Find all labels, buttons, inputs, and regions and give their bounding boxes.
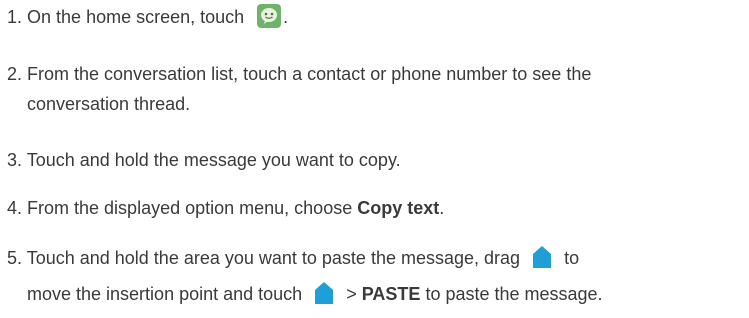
paste-label: PASTE — [361, 284, 421, 304]
step-2-number: 2. — [7, 64, 23, 84]
step-2-text-line-2: conversation thread. — [27, 94, 191, 114]
step-4: 4. From the displayed option menu, choos… — [7, 196, 444, 220]
step-3-number: 3. — [7, 150, 23, 170]
step-5-text-line-1-end: to — [564, 248, 580, 268]
step-2-text-line-1: From the conversation list, touch a cont… — [27, 64, 592, 84]
step-5-text-line-1: Touch and hold the area you want to past… — [26, 248, 521, 268]
step-2-continued: conversation thread. — [27, 92, 190, 116]
step-5-text-line-2: move the insertion point and touch — [27, 284, 303, 304]
step-3: 3. Touch and hold the message you want t… — [7, 148, 401, 172]
step-3-text: Touch and hold the message you want to c… — [26, 150, 401, 170]
messaging-app-icon — [257, 4, 282, 29]
step-1-end: . — [283, 7, 289, 27]
copy-text-label: Copy text — [357, 198, 440, 218]
step-2: 2. From the conversation list, touch a c… — [7, 62, 591, 86]
step-1-text: On the home screen, touch — [27, 7, 245, 27]
step-4-number: 4. — [7, 198, 23, 218]
step-5-text-line-2-end: to paste the message. — [425, 284, 603, 304]
step-5-continued: move the insertion point and touch > PAS… — [27, 282, 603, 306]
step-1: 1. On the home screen, touch . — [7, 4, 289, 30]
cursor-handle-icon — [533, 246, 552, 269]
step-5-separator: > — [346, 284, 357, 304]
step-5-number: 5. — [7, 248, 23, 268]
step-4-text: From the displayed option menu, choose — [27, 198, 353, 218]
step-4-end: . — [439, 198, 445, 218]
step-1-number: 1. — [7, 7, 23, 27]
cursor-handle-icon — [315, 282, 334, 305]
step-5: 5. Touch and hold the area you want to p… — [7, 246, 579, 270]
